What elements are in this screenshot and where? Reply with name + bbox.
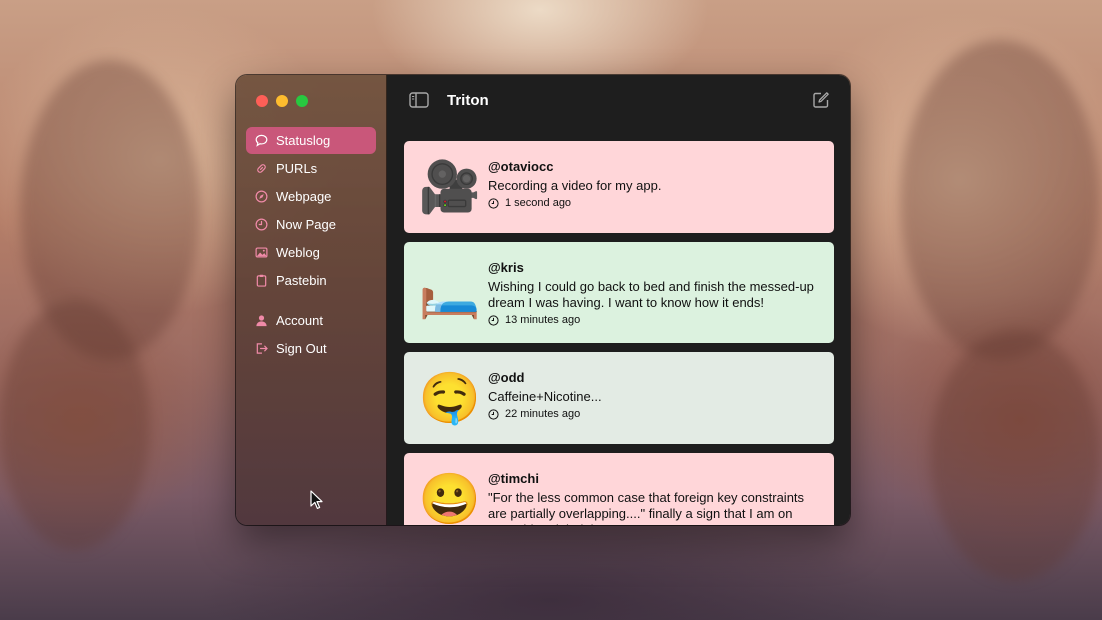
sidebar-item-account[interactable]: Account — [246, 307, 376, 334]
status-card[interactable]: 🤤 @odd Caffeine+Nicotine... 22 minutes a… — [404, 352, 834, 444]
status-feed: 🎥 @otaviocc Recording a video for my app… — [404, 141, 834, 525]
sidebar-item-pastebin[interactable]: Pastebin — [246, 267, 376, 294]
avatar-emoji: 🎥 — [418, 159, 482, 215]
clock-icon — [488, 408, 499, 420]
status-card[interactable]: 😀 @timchi "For the less common case that… — [404, 453, 834, 525]
sidebar: Statuslog PURLs Webpage Now Page Weblog … — [236, 75, 387, 525]
desktop-wallpaper: Statuslog PURLs Webpage Now Page Weblog … — [0, 0, 1102, 620]
compose-icon[interactable] — [812, 91, 830, 109]
post-timestamp: 1 second ago — [505, 197, 572, 209]
photo-icon — [255, 246, 268, 259]
post-text: Wishing I could go back to bed and finis… — [488, 279, 814, 310]
clock-icon — [255, 218, 268, 231]
sidebar-item-now-page[interactable]: Now Page — [246, 211, 376, 238]
zoom-window-button[interactable] — [296, 95, 308, 107]
sidebar-item-label: Now Page — [276, 217, 336, 232]
post-text: Recording a video for my app. — [488, 178, 662, 193]
post-handle[interactable]: @otaviocc — [488, 159, 661, 174]
toolbar: Triton — [387, 75, 850, 127]
clock-icon — [488, 314, 499, 326]
sidebar-nav: Statuslog PURLs Webpage Now Page Weblog … — [246, 127, 376, 363]
avatar-emoji: 😀 — [418, 471, 482, 525]
link-icon — [255, 162, 268, 175]
sidebar-item-label: Webpage — [276, 189, 332, 204]
sidebar-item-label: Statuslog — [276, 133, 331, 148]
minimize-window-button[interactable] — [276, 95, 288, 107]
status-card[interactable]: 🛏️ @kris Wishing I could go back to bed … — [404, 242, 834, 343]
clock-icon — [488, 197, 499, 209]
app-window: Statuslog PURLs Webpage Now Page Weblog … — [236, 75, 850, 525]
post-handle[interactable]: @kris — [488, 260, 820, 275]
sidebar-item-weblog[interactable]: Weblog — [246, 239, 376, 266]
clipboard-icon — [255, 274, 268, 287]
compass-icon — [255, 190, 268, 203]
avatar-emoji: 🛏️ — [418, 264, 482, 320]
speech-bubble-icon — [255, 134, 268, 147]
sidebar-item-label: Account — [276, 313, 323, 328]
post-text: "For the less common case that foreign k… — [488, 490, 805, 525]
post-handle[interactable]: @odd — [488, 370, 602, 385]
sidebar-item-sign-out[interactable]: Sign Out — [246, 335, 376, 362]
sidebar-item-label: PURLs — [276, 161, 318, 176]
sidebar-item-label: Weblog — [276, 245, 320, 260]
mouse-pointer-icon — [310, 490, 323, 509]
avatar-emoji: 🤤 — [418, 370, 482, 426]
sidebar-item-purls[interactable]: PURLs — [246, 155, 376, 182]
sidebar-item-webpage[interactable]: Webpage — [246, 183, 376, 210]
post-handle[interactable]: @timchi — [488, 471, 820, 486]
sidebar-item-statuslog[interactable]: Statuslog — [246, 127, 376, 154]
sidebar-toggle-icon[interactable] — [409, 92, 429, 108]
close-window-button[interactable] — [256, 95, 268, 107]
sidebar-item-label: Sign Out — [276, 341, 327, 356]
main-content: Triton 🎥 @otaviocc Recording a video for… — [387, 75, 850, 525]
sign-out-icon — [255, 342, 268, 355]
person-icon — [255, 314, 268, 327]
sidebar-item-label: Pastebin — [276, 273, 327, 288]
status-card[interactable]: 🎥 @otaviocc Recording a video for my app… — [404, 141, 834, 233]
post-timestamp: 22 minutes ago — [505, 408, 581, 420]
post-timestamp: 13 minutes ago — [505, 314, 581, 326]
window-title: Triton — [447, 92, 489, 109]
post-text: Caffeine+Nicotine... — [488, 389, 602, 404]
